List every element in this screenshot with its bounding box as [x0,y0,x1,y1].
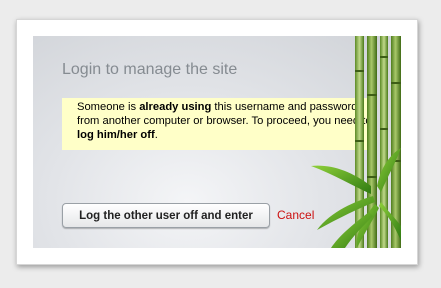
cancel-link[interactable]: Cancel [277,208,314,222]
page-title: Login to manage the site [62,61,238,78]
notice-text-1: Someone is [77,101,140,113]
notice-bold-2: log him/her off [77,129,155,141]
notice-bold-1: already using [139,101,212,113]
bamboo-illustration [311,36,401,248]
dialog-frame: Login to manage the site Someone is alre… [16,19,418,265]
notice-text-3: . [154,129,158,141]
log-other-user-off-button[interactable]: Log the other user off and enter [62,203,270,228]
login-panel: Login to manage the site Someone is alre… [33,36,401,248]
